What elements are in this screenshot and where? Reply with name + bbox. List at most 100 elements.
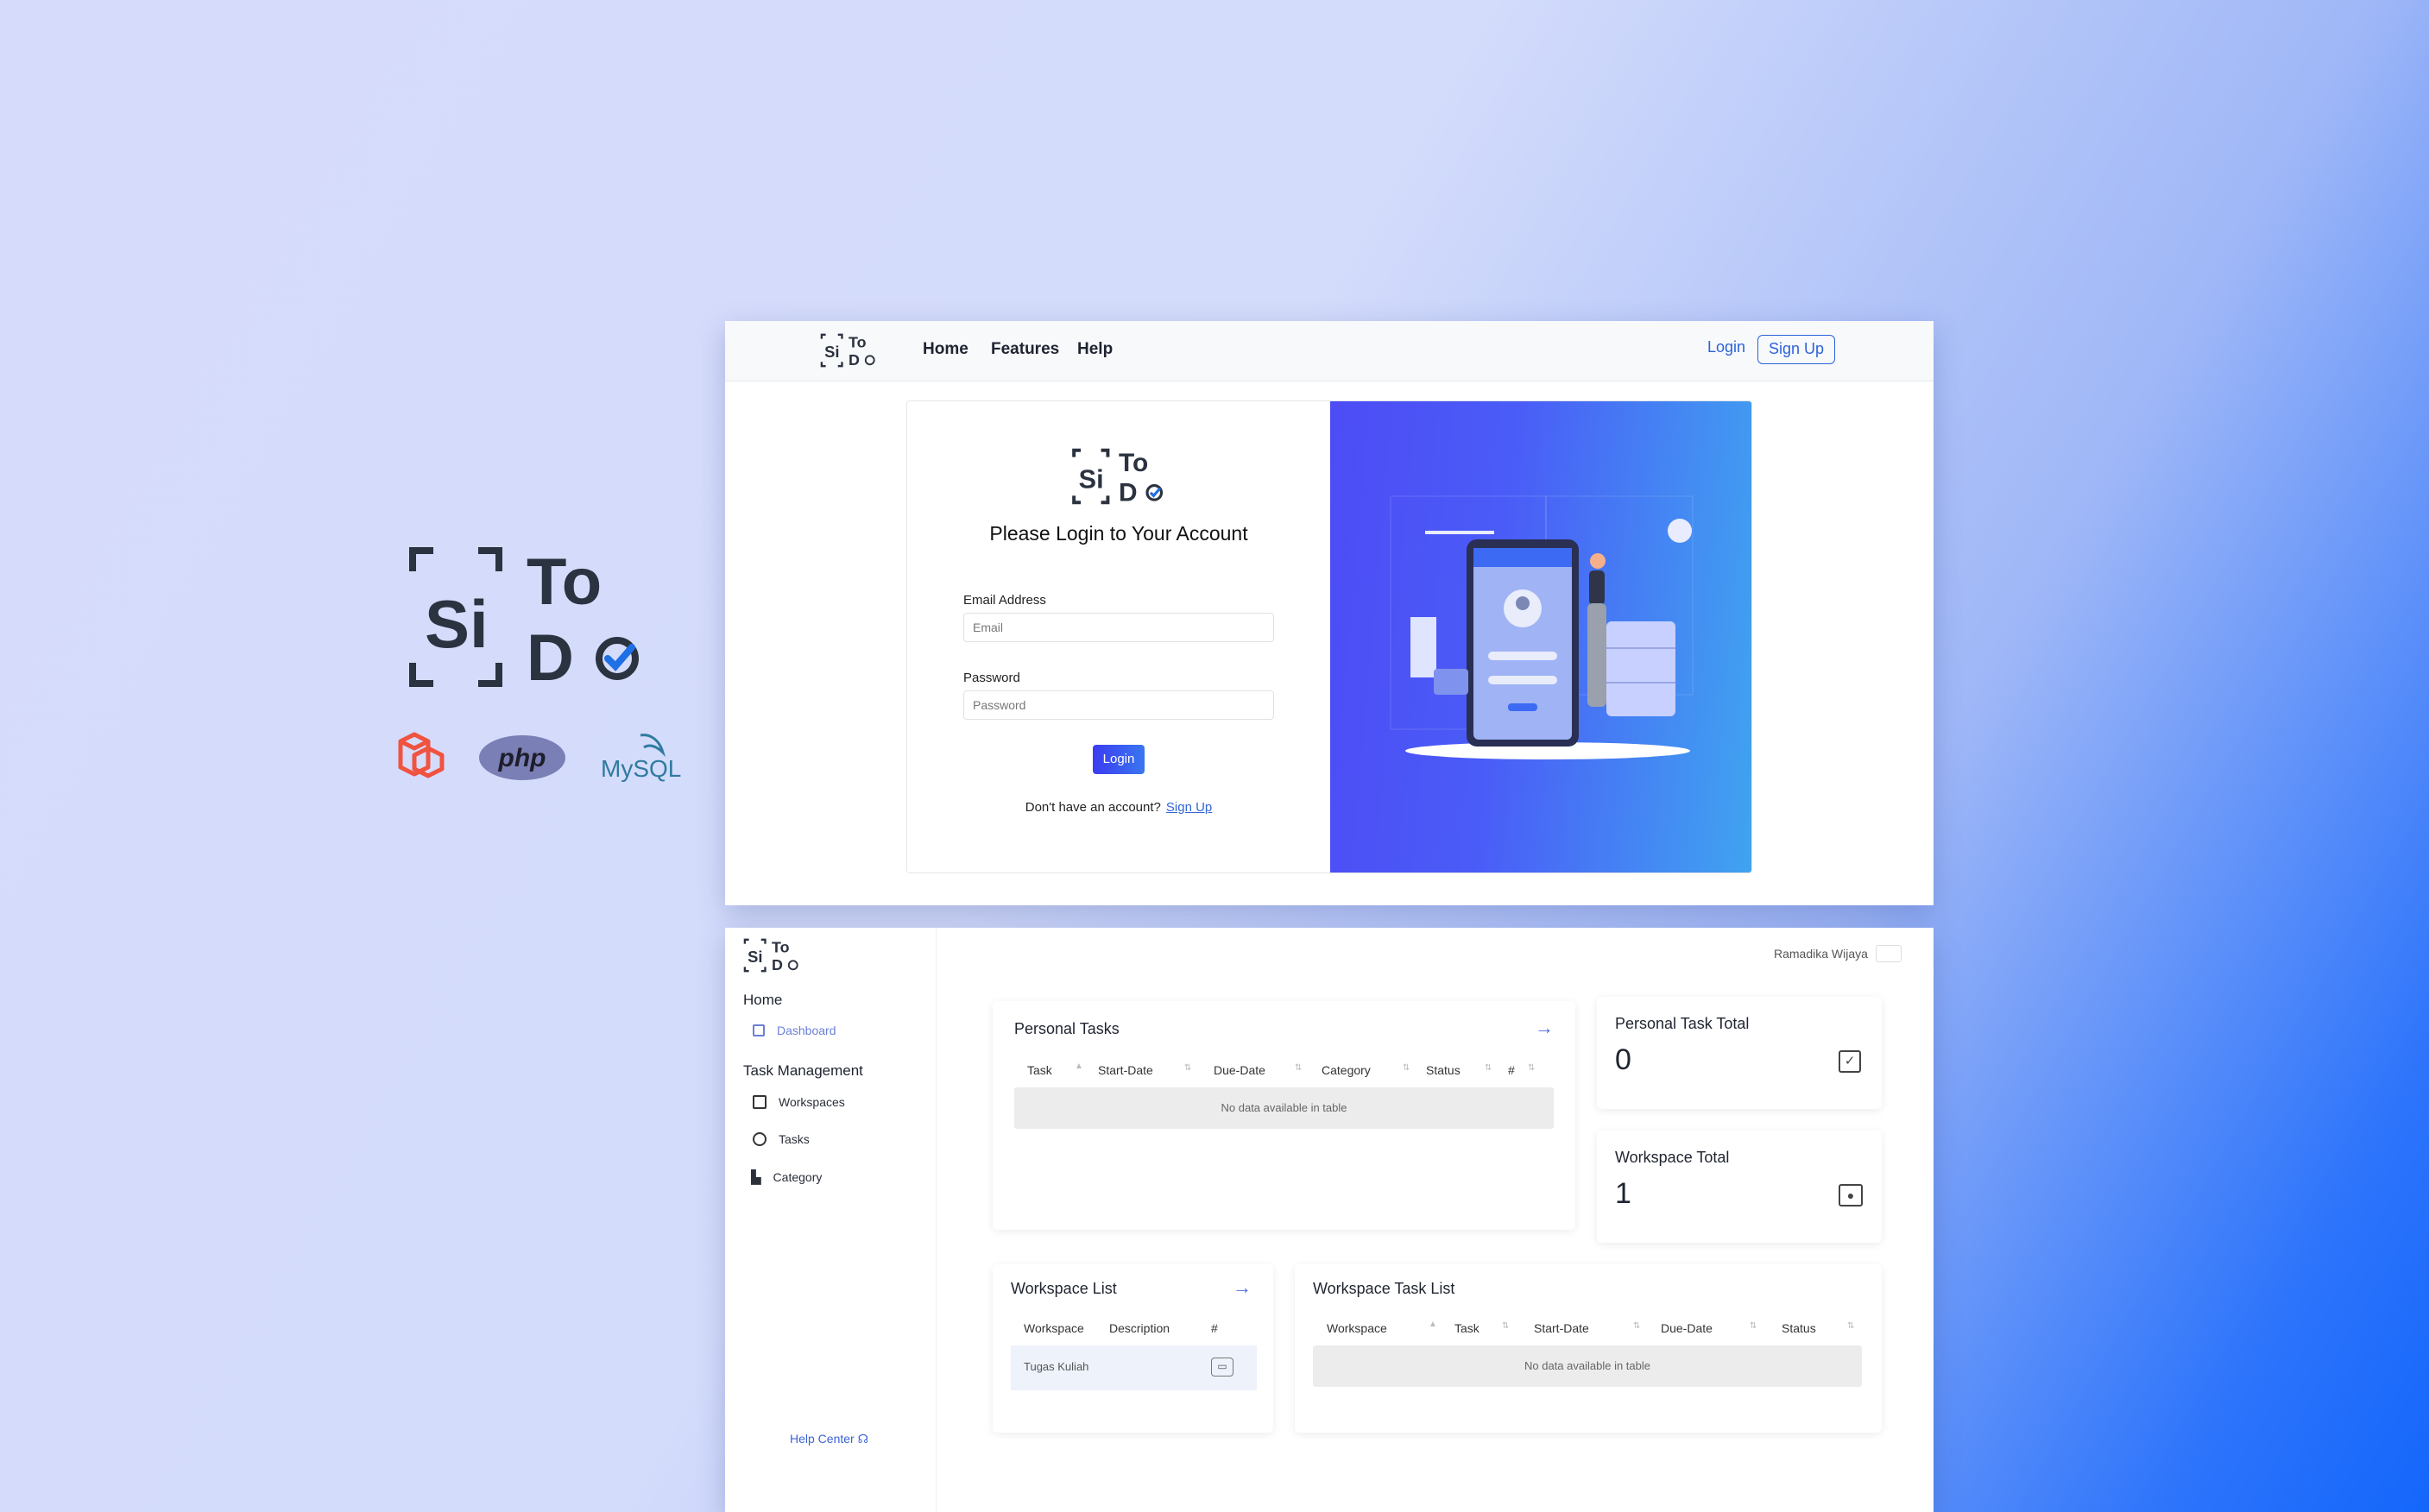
sort-asc-icon: ▲: [1075, 1062, 1083, 1071]
svg-text:php: php: [498, 744, 546, 772]
signup-prompt: Don't have an account? Sign Up: [907, 800, 1330, 815]
workspace-icon: [753, 1095, 767, 1109]
avatar[interactable]: [1876, 945, 1902, 962]
col-start-date[interactable]: Start-Date: [1098, 1063, 1153, 1077]
svg-text:To: To: [772, 938, 790, 955]
login-button[interactable]: Login: [1093, 745, 1145, 774]
col-due-date[interactable]: Due-Date: [1214, 1063, 1265, 1077]
sidebar-logo[interactable]: Si To D: [743, 936, 800, 974]
sort-icon: ⇅: [1295, 1063, 1303, 1073]
svg-text:Si: Si: [1079, 465, 1104, 495]
sidebar-heading-home: Home: [743, 992, 783, 1008]
sidebar-item-workspaces[interactable]: Workspaces: [753, 1095, 845, 1109]
sidebar-item-dashboard[interactable]: Dashboard: [753, 1024, 836, 1037]
logo-s: Si: [425, 586, 489, 662]
sort-icon: ⇅: [1403, 1063, 1410, 1073]
category-icon: ▙: [751, 1170, 761, 1185]
sort-icon: ⇅: [1847, 1321, 1855, 1331]
svg-text:To: To: [527, 545, 602, 619]
login-page-screenshot: Si To D Home Features Help Login Sign Up…: [725, 321, 1934, 905]
table-row[interactable]: Tugas Kuliah ▭: [1011, 1345, 1257, 1390]
svg-text:D: D: [849, 351, 860, 369]
col-status[interactable]: Status: [1426, 1063, 1461, 1077]
email-field[interactable]: Email: [963, 613, 1274, 642]
dashboard-screenshot: Si To D Home Dashboard Task Management W…: [725, 928, 1934, 1512]
stat-value: 0: [1615, 1043, 1631, 1076]
sort-asc-icon: ▲: [1429, 1320, 1437, 1329]
stat-title: Personal Task Total: [1615, 1015, 1750, 1032]
stat-title: Workspace Total: [1615, 1149, 1730, 1166]
clock-icon: [753, 1132, 767, 1146]
sidebar-item-label: Dashboard: [777, 1024, 836, 1037]
password-label: Password: [963, 671, 1020, 685]
sort-icon: ⇅: [1528, 1063, 1536, 1073]
col-due-date[interactable]: Due-Date: [1661, 1321, 1713, 1335]
nav-logo[interactable]: Si To D: [820, 331, 877, 369]
nav-features[interactable]: Features: [991, 340, 1059, 359]
help-center-link[interactable]: Help Center ☊: [790, 1432, 868, 1446]
col-task[interactable]: Task: [1454, 1321, 1479, 1335]
workspace-list-panel: Workspace List → Workspace Description #…: [993, 1264, 1273, 1433]
login-form-panel: Si To D Please Login to Your Account Ema…: [907, 401, 1330, 873]
arrow-right-icon[interactable]: →: [1233, 1276, 1252, 1299]
workspace-task-list-title: Workspace Task List: [1313, 1280, 1455, 1297]
sidebar-item-tasks[interactable]: Tasks: [753, 1132, 810, 1146]
sidebar-item-label: Workspaces: [779, 1095, 845, 1109]
login-card: Si To D Please Login to Your Account Ema…: [906, 400, 1752, 873]
sort-icon: ⇅: [1184, 1063, 1192, 1073]
stat-value: 1: [1615, 1177, 1631, 1210]
password-field[interactable]: Password: [963, 690, 1274, 720]
svg-text:Si: Si: [748, 948, 762, 966]
nav-signup-button[interactable]: Sign Up: [1757, 335, 1835, 364]
workspace-list-title: Workspace List: [1011, 1280, 1117, 1297]
sort-icon: ⇅: [1750, 1321, 1757, 1331]
sidebar-item-label: Tasks: [779, 1132, 810, 1146]
headset-icon: ☊: [857, 1432, 869, 1446]
sort-icon: ⇅: [1485, 1063, 1492, 1073]
workspace-task-list-panel: Workspace Task List Workspace ▲ Task ⇅ S…: [1295, 1264, 1882, 1433]
col-description[interactable]: Description: [1109, 1321, 1170, 1335]
nav-login-link[interactable]: Login: [1707, 338, 1745, 356]
card-logo: Si To D: [1072, 448, 1164, 507]
svg-text:To: To: [849, 333, 867, 350]
col-workspace[interactable]: Workspace: [1327, 1321, 1387, 1335]
sort-icon: ⇅: [1502, 1321, 1510, 1331]
personal-task-total-card: Personal Task Total 0 ✓: [1597, 997, 1882, 1109]
sidebar-item-category[interactable]: ▙ Category: [751, 1169, 822, 1185]
folder-icon[interactable]: ▭: [1211, 1358, 1233, 1377]
col-start-date[interactable]: Start-Date: [1534, 1321, 1589, 1335]
top-navbar: Si To D Home Features Help Login Sign Up: [725, 321, 1934, 381]
grid-icon: [753, 1024, 765, 1036]
svg-text:D: D: [772, 956, 783, 973]
col-category[interactable]: Category: [1322, 1063, 1371, 1077]
mysql-logo: MySQL: [601, 734, 681, 782]
col-hash[interactable]: #: [1508, 1063, 1515, 1077]
col-workspace[interactable]: Workspace: [1024, 1321, 1084, 1335]
laravel-logo: [398, 732, 445, 778]
nav-home[interactable]: Home: [923, 340, 968, 359]
no-account-text: Don't have an account?: [1025, 800, 1161, 815]
workspace-name: Tugas Kuliah: [1024, 1360, 1089, 1373]
col-status[interactable]: Status: [1782, 1321, 1816, 1335]
svg-text:To: To: [1119, 449, 1148, 477]
svg-text:D: D: [527, 621, 574, 690]
col-task[interactable]: Task: [1027, 1063, 1052, 1077]
sort-icon: ⇅: [1633, 1321, 1641, 1331]
user-name[interactable]: Ramadika Wijaya: [1774, 947, 1868, 961]
sidebar: Si To D Home Dashboard Task Management W…: [725, 928, 937, 1512]
sidebar-item-label: Category: [773, 1170, 823, 1184]
login-title: Please Login to Your Account: [989, 522, 1248, 545]
workspace-total-card: Workspace Total 1 ●: [1597, 1131, 1882, 1243]
svg-text:MySQL: MySQL: [601, 755, 681, 782]
personal-tasks-title: Personal Tasks: [1014, 1020, 1120, 1037]
signup-link[interactable]: Sign Up: [1166, 800, 1212, 815]
nav-help[interactable]: Help: [1077, 340, 1113, 359]
col-hash[interactable]: #: [1211, 1321, 1218, 1335]
personal-tasks-panel: Personal Tasks → Task ▲ Start-Date ⇅ Due…: [993, 1001, 1575, 1230]
login-illustration-panel: [1330, 401, 1751, 873]
svg-text:D: D: [1119, 479, 1138, 507]
empty-table-message: No data available in table: [1014, 1087, 1554, 1129]
sitodo-hero-logo: Si To D: [409, 545, 639, 690]
arrow-right-icon[interactable]: →: [1535, 1017, 1554, 1039]
svg-text:Si: Si: [824, 343, 839, 361]
